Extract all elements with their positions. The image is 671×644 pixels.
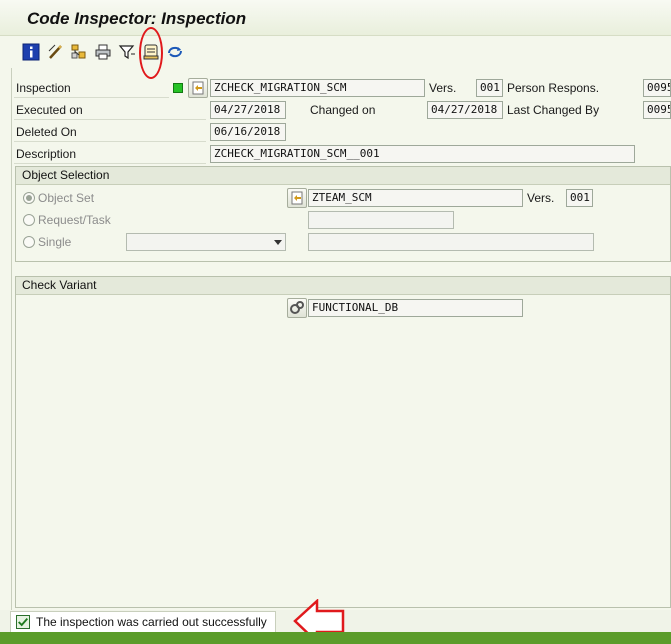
refresh-icon[interactable]: [166, 43, 184, 61]
object-set-value-help-button[interactable]: [287, 188, 307, 208]
divider: [14, 119, 206, 120]
inspection-label: Inspection: [16, 81, 71, 95]
value-help-icon: [192, 81, 204, 95]
value-help-button[interactable]: [188, 78, 208, 98]
hierarchy-icon[interactable]: [70, 43, 88, 61]
divider: [14, 97, 169, 98]
status-message: The inspection was carried out successfu…: [36, 615, 267, 629]
value-help-icon: [291, 191, 303, 205]
single-field[interactable]: [308, 233, 594, 251]
executed-on-field[interactable]: 04/27/2018: [210, 101, 286, 119]
check-variant-icon: [290, 301, 304, 314]
person-responsible-field[interactable]: 0095: [643, 79, 671, 97]
edit-icon[interactable]: [47, 43, 65, 61]
divider: [14, 163, 206, 164]
title-bar: Code Inspector: Inspection: [0, 0, 671, 36]
object-selection-heading: Object Selection: [16, 167, 670, 185]
request-task-radio[interactable]: [23, 214, 35, 226]
object-set-field[interactable]: ZTEAM_SCM: [308, 189, 523, 207]
request-task-label: Request/Task: [38, 213, 111, 227]
executed-on-label: Executed on: [16, 103, 83, 117]
divider: [14, 141, 206, 142]
changed-on-field[interactable]: 04/27/2018: [427, 101, 503, 119]
last-changed-by-label: Last Changed By: [507, 103, 600, 117]
object-set-vers-label: Vers.: [527, 191, 555, 205]
deleted-on-label: Deleted On: [16, 125, 77, 139]
changed-on-label: Changed on: [310, 103, 376, 117]
window-title: Code Inspector: Inspection: [27, 9, 247, 28]
success-check-icon: [16, 615, 30, 629]
inspection-field[interactable]: ZCHECK_MIGRATION_SCM: [210, 79, 425, 97]
check-variant-field[interactable]: FUNCTIONAL_DB: [308, 299, 523, 317]
object-set-vers-field[interactable]: 001: [566, 189, 593, 207]
deleted-on-field[interactable]: 06/16/2018: [210, 123, 286, 141]
single-type-dropdown[interactable]: [126, 233, 286, 251]
request-task-field[interactable]: [308, 211, 454, 229]
description-field[interactable]: ZCHECK_MIGRATION_SCM__001: [210, 145, 635, 163]
left-border: [11, 68, 12, 610]
single-label: Single: [38, 235, 72, 249]
status-light-icon: [173, 83, 183, 93]
info-icon[interactable]: [22, 43, 40, 61]
check-variant-button[interactable]: [287, 298, 307, 318]
chevron-down-icon: [274, 240, 282, 245]
vers-field[interactable]: 001: [476, 79, 503, 97]
check-variant-group: Check Variant: [15, 276, 671, 608]
object-set-radio[interactable]: [23, 192, 35, 204]
person-responsible-label: Person Respons.: [507, 81, 600, 95]
last-changed-by-field[interactable]: 0095: [643, 101, 671, 119]
print-icon[interactable]: [94, 43, 112, 61]
highlight-annotation: [139, 27, 163, 79]
filter-icon[interactable]: [118, 43, 136, 61]
object-set-label: Object Set: [38, 191, 95, 205]
description-label: Description: [16, 147, 77, 161]
single-radio[interactable]: [23, 236, 35, 248]
status-bar-accent: [0, 632, 671, 644]
vers-label: Vers.: [429, 81, 457, 95]
check-variant-heading: Check Variant: [16, 277, 670, 295]
